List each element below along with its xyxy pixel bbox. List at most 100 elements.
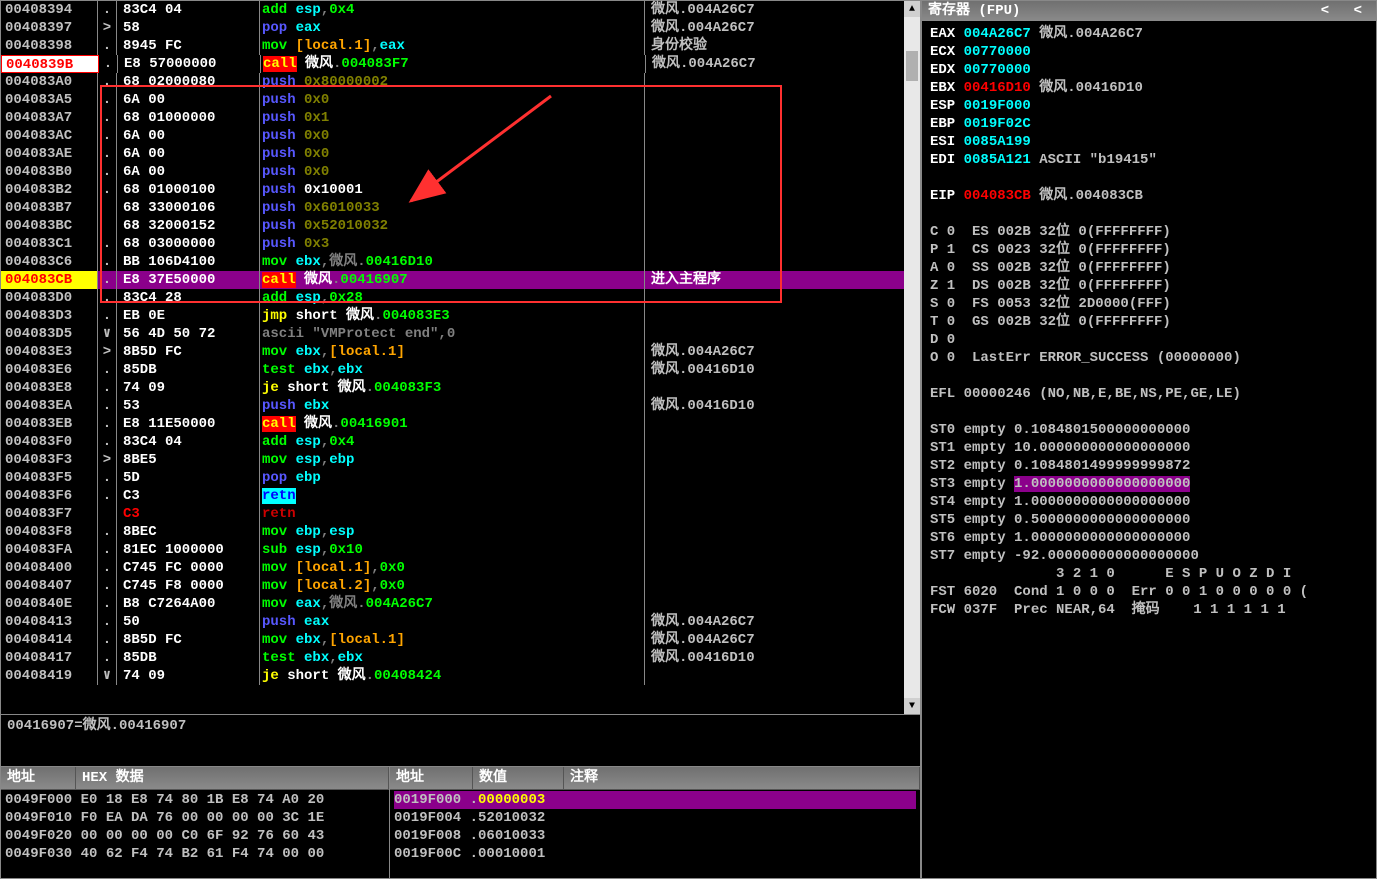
disasm-row[interactable]: 004083D0.83C4 28add esp,0x28: [1, 289, 920, 307]
disasm-scrollbar[interactable]: ▲ ▼: [904, 1, 920, 714]
disasm-row[interactable]: 004083F7 C3retn: [1, 505, 920, 523]
register-line[interactable]: EAX 004A26C7 微风.004A26C7: [930, 25, 1368, 43]
register-line[interactable]: ST1 empty 10.000000000000000000: [930, 439, 1368, 457]
disasm-row[interactable]: 004083AE.6A 00push 0x0: [1, 145, 920, 163]
stack-header-val[interactable]: 数值: [473, 767, 564, 789]
disasm-row[interactable]: 004083B2.68 01000100push 0x10001: [1, 181, 920, 199]
flow-mark: .: [98, 181, 117, 199]
disasm-row[interactable]: 004083D5∨56 4D 50 72 ascii "VMProtect en…: [1, 325, 920, 343]
register-line[interactable]: ST0 empty 0.1084801500000000000: [930, 421, 1368, 439]
disasm-row[interactable]: 004083F5.5Dpop ebp: [1, 469, 920, 487]
disasm-row[interactable]: 00408400.C745 FC 0000mov [local.1],0x0: [1, 559, 920, 577]
disasm-row[interactable]: 004083E6.85DBtest ebx,ebx微风.00416D10: [1, 361, 920, 379]
disasm-row[interactable]: 004083BC 68 32000152push 0x52010032: [1, 217, 920, 235]
disasm-row[interactable]: 00408394.83C4 04add esp,0x4微风.004A26C7: [1, 1, 920, 19]
disasm-row[interactable]: 004083C1.68 03000000push 0x3: [1, 235, 920, 253]
register-line[interactable]: ST7 empty -92.000000000000000000: [930, 547, 1368, 565]
registers-pane[interactable]: 寄存器 (FPU) < < EAX 004A26C7 微风.004A26C7EC…: [921, 0, 1377, 879]
register-line[interactable]: EBX 00416D10 微风.00416D10: [930, 79, 1368, 97]
stack-header-cmt[interactable]: 注释: [564, 767, 920, 789]
disasm-row[interactable]: 004083D3.EB 0Ejmp short 微风.004083E3: [1, 307, 920, 325]
disasm-row[interactable]: 00408414.8B5D FCmov ebx,[local.1]微风.004A…: [1, 631, 920, 649]
disasm-row[interactable]: 0040839B.E8 57000000call 微风.004083F7微风.0…: [1, 55, 920, 73]
instruction: je short 微风.00408424: [260, 667, 645, 685]
disassembly-pane[interactable]: 00408394.83C4 04add esp,0x4微风.004A26C700…: [1, 1, 920, 714]
register-line[interactable]: ST5 empty 0.5000000000000000000: [930, 511, 1368, 529]
register-line[interactable]: [930, 169, 1368, 187]
disasm-row[interactable]: 004083F3>8BE5mov esp,ebp: [1, 451, 920, 469]
hex-row[interactable]: 0049F020 00 00 00 00 C0 6F 92 76 60 43: [5, 827, 385, 845]
disasm-row[interactable]: 00408419∨74 09je short 微风.00408424: [1, 667, 920, 685]
register-line[interactable]: S 0 FS 0053 32位 2D0000(FFF): [930, 295, 1368, 313]
disasm-row[interactable]: 004083A7.68 01000000push 0x1: [1, 109, 920, 127]
disasm-row[interactable]: 004083FA.81EC 1000000sub esp,0x10: [1, 541, 920, 559]
register-line[interactable]: ST4 empty 1.0000000000000000000: [930, 493, 1368, 511]
register-line[interactable]: EIP 004083CB 微风.004083CB: [930, 187, 1368, 205]
instruction: push 0x3: [260, 235, 645, 253]
scroll-thumb[interactable]: [906, 51, 918, 81]
register-line[interactable]: ESI 0085A199: [930, 133, 1368, 151]
disasm-row[interactable]: 004083B7 68 33000106push 0x6010033: [1, 199, 920, 217]
stack-row[interactable]: 0019F004 .52010032: [394, 809, 916, 827]
disasm-row[interactable]: 004083EA.53push ebx微风.00416D10: [1, 397, 920, 415]
address: 004083EB: [1, 415, 98, 433]
register-line[interactable]: O 0 LastErr ERROR_SUCCESS (00000000): [930, 349, 1368, 367]
register-line[interactable]: EFL 00000246 (NO,NB,E,BE,NS,PE,GE,LE): [930, 385, 1368, 403]
register-line[interactable]: ESP 0019F000: [930, 97, 1368, 115]
register-line[interactable]: ECX 00770000: [930, 43, 1368, 61]
disasm-row[interactable]: 004083F6.C3retn: [1, 487, 920, 505]
register-line[interactable]: ST2 empty 0.1084801499999999872: [930, 457, 1368, 475]
disasm-row[interactable]: 004083B0.6A 00push 0x0: [1, 163, 920, 181]
disasm-row[interactable]: 00408407.C745 F8 0000mov [local.2],0x0: [1, 577, 920, 595]
scroll-up-icon[interactable]: ▲: [904, 1, 920, 17]
register-line[interactable]: EDI 0085A121 ASCII "b19415": [930, 151, 1368, 169]
disasm-row[interactable]: 004083A5.6A 00push 0x0: [1, 91, 920, 109]
register-line[interactable]: P 1 CS 0023 32位 0(FFFFFFFF): [930, 241, 1368, 259]
hex-header-data[interactable]: HEX 数据: [76, 767, 389, 789]
disasm-row[interactable]: 004083F8.8BECmov ebp,esp: [1, 523, 920, 541]
registers-header[interactable]: 寄存器 (FPU) < <: [922, 1, 1376, 21]
stack-pane[interactable]: 地址 数值 注释 0019F000 .000000030019F004 .520…: [390, 767, 920, 878]
register-line[interactable]: FCW 037F Prec NEAR,64 掩码 1 1 1 1 1 1: [930, 601, 1368, 619]
register-line[interactable]: EBP 0019F02C: [930, 115, 1368, 133]
hex-row[interactable]: 0049F000 E0 18 E8 74 80 1B E8 74 A0 20: [5, 791, 385, 809]
register-line[interactable]: [930, 367, 1368, 385]
disasm-row[interactable]: 00408413.50push eax微风.004A26C7: [1, 613, 920, 631]
hex-dump-pane[interactable]: 地址 HEX 数据 0049F000 E0 18 E8 74 80 1B E8 …: [1, 767, 390, 878]
disasm-row[interactable]: 004083EB.E8 11E50000call 微风.00416901: [1, 415, 920, 433]
registers-nav-icons[interactable]: < <: [1321, 2, 1370, 20]
stack-row[interactable]: 0019F00C .00010001: [394, 845, 916, 863]
comment: [645, 325, 917, 343]
register-line[interactable]: T 0 GS 002B 32位 0(FFFFFFFF): [930, 313, 1368, 331]
disasm-row[interactable]: 004083E3>8B5D FCmov ebx,[local.1]微风.004A…: [1, 343, 920, 361]
disasm-row[interactable]: 00408398.8945 FCmov [local.1],eax身份校验: [1, 37, 920, 55]
disasm-row[interactable]: 004083A0.68 02000080push 0x80000002: [1, 73, 920, 91]
disasm-row[interactable]: 004083CB.E8 37E50000call 微风.00416907进入主程…: [1, 271, 920, 289]
disasm-row[interactable]: 004083C6.BB 106D4100mov ebx,微风.00416D10: [1, 253, 920, 271]
hex-header-addr[interactable]: 地址: [1, 767, 76, 789]
register-line[interactable]: D 0: [930, 331, 1368, 349]
hex-row[interactable]: 0049F010 F0 EA DA 76 00 00 00 00 3C 1E: [5, 809, 385, 827]
stack-row[interactable]: 0019F000 .00000003: [394, 791, 916, 809]
disasm-row[interactable]: 004083F0.83C4 04add esp,0x4: [1, 433, 920, 451]
disasm-row[interactable]: 004083AC.6A 00push 0x0: [1, 127, 920, 145]
stack-header-addr[interactable]: 地址: [390, 767, 473, 789]
register-line[interactable]: A 0 SS 002B 32位 0(FFFFFFFF): [930, 259, 1368, 277]
register-line[interactable]: FST 6020 Cond 1 0 0 0 Err 0 0 1 0 0 0 0 …: [930, 583, 1368, 601]
register-line[interactable]: ST3 empty 1.0000000000000000000: [930, 475, 1368, 493]
stack-row[interactable]: 0019F008 .06010033: [394, 827, 916, 845]
scroll-down-icon[interactable]: ▼: [904, 698, 920, 714]
instruction: test ebx,ebx: [260, 361, 645, 379]
disasm-row[interactable]: 00408417.85DBtest ebx,ebx微风.00416D10: [1, 649, 920, 667]
register-line[interactable]: EDX 00770000: [930, 61, 1368, 79]
register-line[interactable]: C 0 ES 002B 32位 0(FFFFFFFF): [930, 223, 1368, 241]
register-line[interactable]: ST6 empty 1.0000000000000000000: [930, 529, 1368, 547]
register-line[interactable]: 3 2 1 0 E S P U O Z D I: [930, 565, 1368, 583]
disasm-row[interactable]: 004083E8.74 09je short 微风.004083F3: [1, 379, 920, 397]
register-line[interactable]: [930, 205, 1368, 223]
register-line[interactable]: [930, 403, 1368, 421]
disasm-row[interactable]: 00408397>58pop eax微风.004A26C7: [1, 19, 920, 37]
hex-row[interactable]: 0049F030 40 62 F4 74 B2 61 F4 74 00 00: [5, 845, 385, 863]
disasm-row[interactable]: 0040840E.B8 C7264A00mov eax,微风.004A26C7: [1, 595, 920, 613]
register-line[interactable]: Z 1 DS 002B 32位 0(FFFFFFFF): [930, 277, 1368, 295]
